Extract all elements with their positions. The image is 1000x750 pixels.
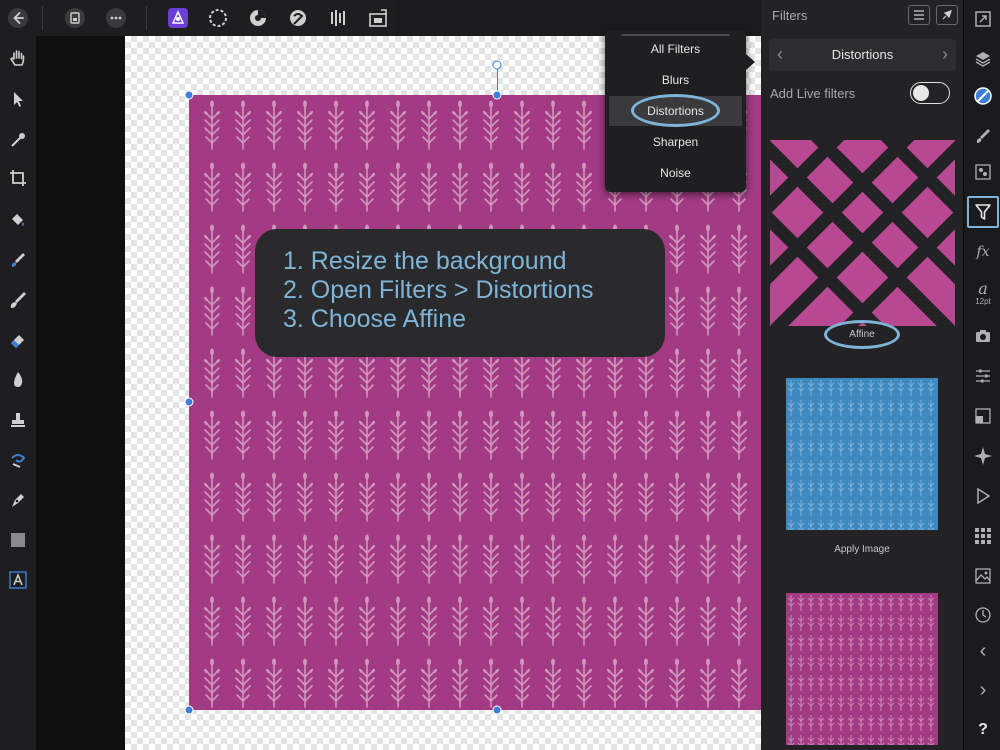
resize-handle-top-left[interactable] <box>184 90 194 100</box>
flood-fill-tool-icon[interactable] <box>4 206 32 234</box>
resize-handle-top[interactable] <box>492 90 502 100</box>
eraser-tool-icon[interactable] <box>4 326 32 354</box>
sliders-icon[interactable] <box>969 362 997 390</box>
dodge-burn-tool-icon[interactable] <box>4 366 32 394</box>
filter-thumb-apply-image[interactable] <box>786 378 938 530</box>
channels-icon[interactable] <box>969 158 997 186</box>
artistic-text-tool-icon[interactable] <box>4 566 32 594</box>
layers-icon[interactable] <box>969 45 997 73</box>
liquify-persona-icon[interactable] <box>204 4 232 32</box>
resize-handle-bottom-left[interactable] <box>184 705 194 715</box>
instruction-step-3: 3. Choose Affine <box>283 305 467 333</box>
instruction-step-2: 2. Open Filters > Distortions <box>283 276 594 304</box>
dropdown-item-blurs[interactable]: Blurs <box>609 65 742 95</box>
transform-icon[interactable] <box>969 402 997 430</box>
panel-menu-icon[interactable] <box>908 5 930 25</box>
text-size-label: 12pt <box>975 296 991 306</box>
move-tool-arrow-icon[interactable] <box>4 85 32 113</box>
rectangle-shape-tool-icon[interactable] <box>4 526 32 554</box>
clone-stamp-tool-icon[interactable] <box>4 406 32 434</box>
highlight-ring-distortions <box>631 94 720 127</box>
history-clock-icon[interactable] <box>969 601 997 629</box>
dropdown-item-all-filters[interactable]: All Filters <box>609 34 742 64</box>
tools-panel <box>0 36 36 750</box>
filters-funnel-icon[interactable] <box>967 196 999 228</box>
paint-brush-tool-icon[interactable] <box>4 286 32 314</box>
next-category-icon[interactable]: › <box>942 44 948 65</box>
adjustments-icon[interactable] <box>969 82 997 110</box>
tone-mapping-persona-icon[interactable] <box>284 4 312 32</box>
dropdown-caret <box>746 54 755 70</box>
color-picker-tool-icon[interactable] <box>4 126 32 154</box>
develop-persona-icon[interactable] <box>244 4 272 32</box>
panel-title: Filters <box>772 8 808 23</box>
crop-tool-icon[interactable] <box>4 164 32 192</box>
app-window: 1. Resize the background 2. Open Filters… <box>0 0 1000 750</box>
filter-thumb-affine[interactable] <box>770 140 955 326</box>
transform-compass-icon[interactable] <box>969 442 997 470</box>
text-style-icon[interactable]: a 12pt <box>969 276 997 310</box>
current-category-label: Distortions <box>831 47 894 62</box>
filter-caption-apply-image: Apply Image <box>834 544 890 555</box>
top-toolbar <box>0 0 396 36</box>
view-tool-hand-icon[interactable] <box>4 44 32 72</box>
pen-tool-icon[interactable] <box>4 486 32 514</box>
filter-thumb-3[interactable] <box>786 593 938 745</box>
document-icon[interactable] <box>61 4 89 32</box>
export-persona-icon[interactable] <box>325 4 353 32</box>
panel-pin-icon[interactable] <box>936 5 958 25</box>
effects-fx-icon[interactable]: fx <box>969 238 997 266</box>
live-filters-toggle[interactable] <box>910 82 950 104</box>
help-icon[interactable]: ? <box>969 716 997 744</box>
studio-toolbar: fx a 12pt ‹ › ? <box>963 0 1000 750</box>
macro-play-icon[interactable] <box>969 482 997 510</box>
filters-panel: Filters ‹ Distortions › Add Live filters <box>761 0 963 750</box>
resize-handle-left[interactable] <box>184 397 194 407</box>
selection-brush-tool-icon[interactable] <box>4 246 32 274</box>
instruction-callout: 1. Resize the background 2. Open Filters… <box>255 229 665 357</box>
instruction-step-1: 1. Resize the background <box>283 247 567 275</box>
text-style-glyph: a <box>978 278 988 298</box>
photo-persona-icon[interactable] <box>164 4 192 32</box>
filter-category-selector[interactable]: ‹ Distortions › <box>769 39 956 71</box>
back-icon[interactable] <box>4 4 32 32</box>
previous-chevron-icon[interactable]: ‹ <box>969 637 997 665</box>
next-chevron-icon[interactable]: › <box>969 676 997 704</box>
swatches-grid-icon[interactable] <box>969 522 997 550</box>
live-filters-label: Add Live filters <box>770 86 856 101</box>
dropdown-item-noise[interactable]: Noise <box>609 158 742 188</box>
resize-handle-bottom[interactable] <box>492 705 502 715</box>
red-eye-swirl-tool-icon[interactable] <box>4 446 32 474</box>
camera-snapshot-icon[interactable] <box>969 322 997 350</box>
highlight-ring-affine <box>824 320 900 349</box>
brushes-icon[interactable] <box>969 122 997 150</box>
stock-image-icon[interactable] <box>969 562 997 590</box>
navigator-icon[interactable] <box>969 5 997 33</box>
rotation-handle[interactable] <box>492 60 502 70</box>
package-persona-icon[interactable] <box>364 4 392 32</box>
more-options-icon[interactable] <box>102 4 130 32</box>
dropdown-item-sharpen[interactable]: Sharpen <box>609 127 742 157</box>
